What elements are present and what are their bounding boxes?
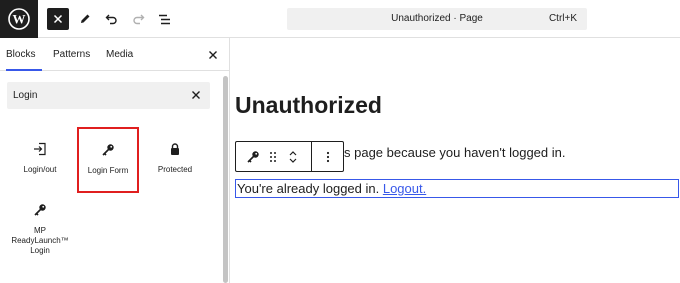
redo-button[interactable] bbox=[127, 8, 149, 30]
key-icon bbox=[9, 203, 71, 221]
key-icon bbox=[247, 150, 259, 163]
list-view-icon bbox=[158, 14, 170, 24]
undo-icon bbox=[105, 14, 117, 25]
panel-scrollbar[interactable] bbox=[221, 76, 229, 283]
close-panel-button[interactable] bbox=[206, 48, 220, 62]
svg-text:W: W bbox=[13, 12, 26, 27]
tab-media[interactable]: Media bbox=[106, 38, 133, 71]
tab-patterns[interactable]: Patterns bbox=[53, 38, 90, 71]
chevron-up-icon[interactable] bbox=[288, 149, 298, 157]
toolbar-divider bbox=[311, 142, 312, 171]
chevron-down-icon[interactable] bbox=[288, 157, 298, 165]
tab-blocks[interactable]: Blocks bbox=[6, 38, 42, 71]
wordpress-logo-icon: W bbox=[8, 8, 30, 30]
block-item-label: Protected bbox=[157, 165, 193, 174]
block-search bbox=[7, 82, 210, 109]
key-icon bbox=[79, 143, 137, 161]
close-icon bbox=[192, 91, 200, 99]
block-options-button[interactable] bbox=[316, 142, 340, 171]
pencil-icon bbox=[81, 14, 90, 23]
paragraph-text: You're already logged in. bbox=[237, 181, 383, 196]
block-item-label: Login Form bbox=[87, 166, 129, 175]
block-item-login-out[interactable]: Login/out bbox=[9, 142, 71, 175]
block-item-mp-readylaunch-login[interactable]: MP ReadyLaunch™ Login bbox=[9, 203, 71, 256]
block-toolbar bbox=[235, 141, 344, 172]
redo-icon bbox=[132, 14, 144, 25]
undo-button[interactable] bbox=[100, 8, 122, 30]
close-inserter-button[interactable] bbox=[47, 8, 69, 30]
lock-icon bbox=[144, 142, 206, 160]
block-search-input[interactable] bbox=[13, 82, 183, 109]
move-buttons bbox=[284, 142, 302, 171]
close-icon bbox=[209, 51, 217, 59]
block-item-label: MP ReadyLaunch™ Login bbox=[11, 226, 69, 255]
clear-search-button[interactable] bbox=[190, 89, 202, 101]
drag-handle-icon bbox=[270, 151, 276, 162]
inserter-tabs: Blocks Patterns Media bbox=[0, 38, 229, 71]
document-overview-button[interactable] bbox=[153, 8, 175, 30]
block-item-label: Login/out bbox=[23, 165, 57, 174]
block-inserter-panel: Blocks Patterns Media Login/out bbox=[0, 38, 230, 283]
login-icon bbox=[9, 142, 71, 160]
drag-handle[interactable] bbox=[266, 142, 280, 171]
wordpress-logo-button[interactable]: W bbox=[0, 0, 38, 38]
document-title: Unauthorized · Page bbox=[391, 13, 483, 24]
tools-button[interactable] bbox=[74, 8, 96, 30]
block-type-button[interactable] bbox=[242, 142, 264, 171]
scrollbar-thumb[interactable] bbox=[223, 76, 228, 283]
more-vertical-icon bbox=[326, 151, 330, 162]
editor-top-toolbar: W Unauthorized · Page Ctrl+K bbox=[0, 0, 680, 38]
editor-canvas: Unauthorized s page because you haven't … bbox=[231, 38, 680, 283]
paragraph-text: s page because you haven't logged in. bbox=[344, 145, 566, 160]
block-item-login-form[interactable]: Login Form bbox=[77, 127, 139, 193]
selected-paragraph-block[interactable]: You're already logged in. Logout. bbox=[235, 179, 679, 198]
block-item-protected[interactable]: Protected bbox=[144, 142, 206, 175]
command-palette-bar[interactable]: Unauthorized · Page Ctrl+K bbox=[287, 8, 587, 30]
keyboard-shortcut: Ctrl+K bbox=[548, 13, 577, 24]
page-title[interactable]: Unauthorized bbox=[235, 92, 382, 119]
close-icon bbox=[53, 14, 63, 24]
logout-link[interactable]: Logout. bbox=[383, 181, 426, 196]
